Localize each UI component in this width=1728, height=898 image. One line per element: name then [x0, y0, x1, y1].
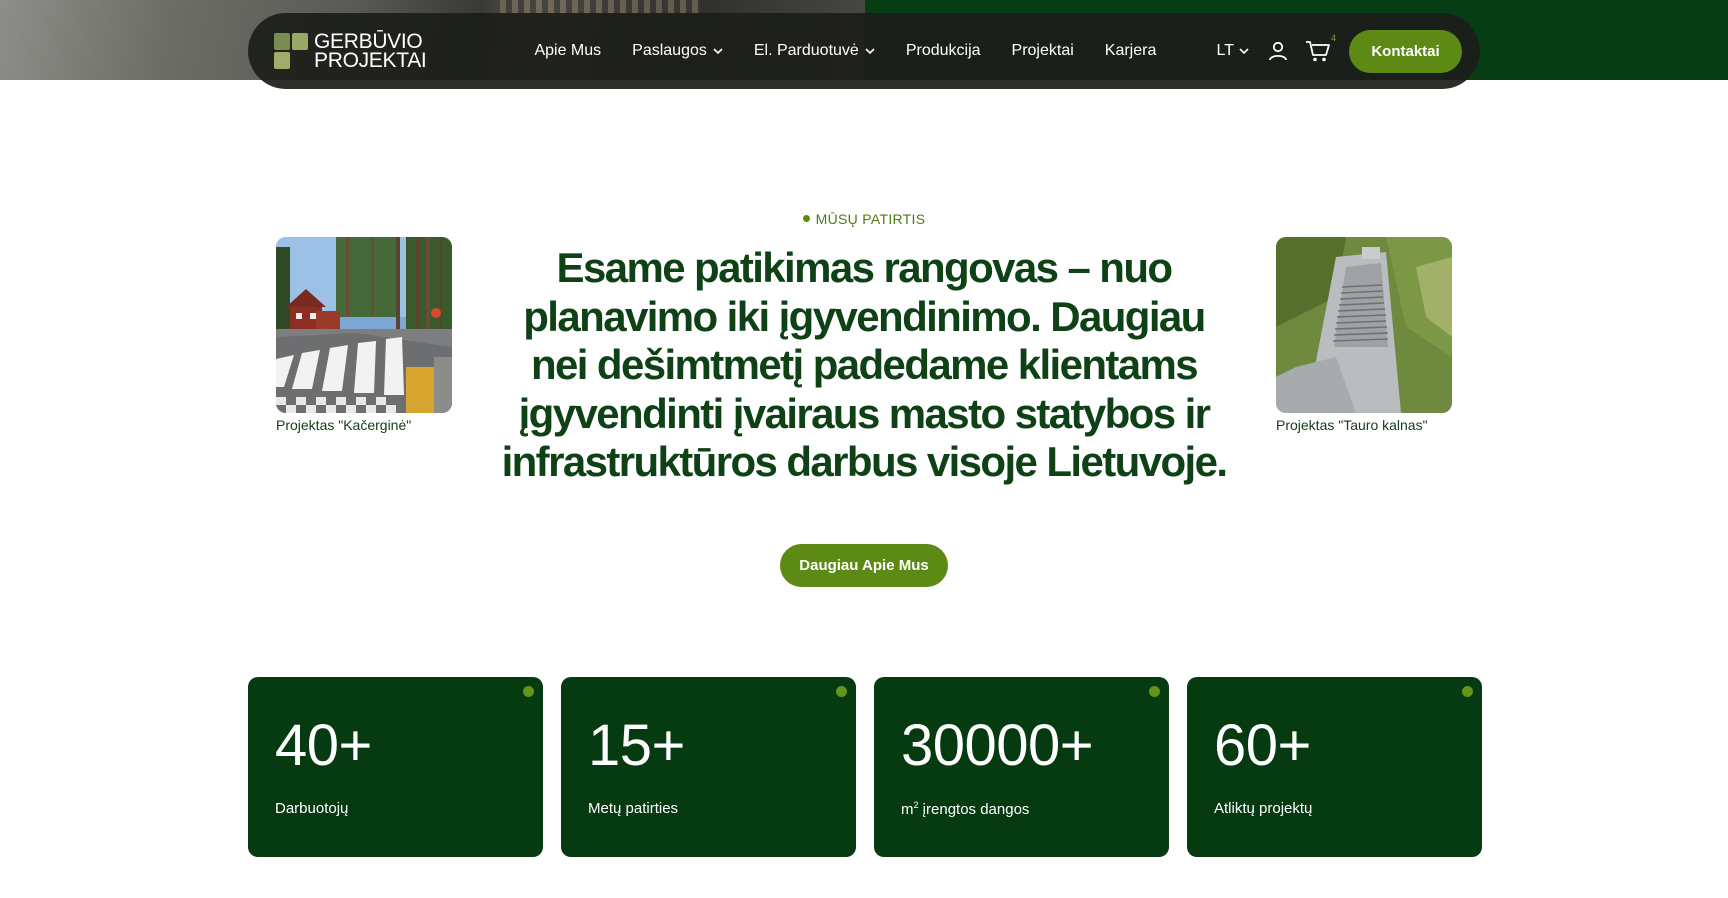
site-logo[interactable]: GERBŪVIO PROJEKTAI [274, 31, 427, 72]
stat-label: Atliktų projektų [1214, 800, 1313, 817]
stat-card-projects: 60+ Atliktų projektų [1187, 677, 1482, 857]
stat-card-employees: 40+ Darbuotojų [248, 677, 543, 857]
cart-count-badge: 4 [1330, 33, 1336, 43]
stat-dot-icon [523, 686, 534, 697]
contact-button[interactable]: Kontaktai [1349, 29, 1462, 73]
language-label: LT [1216, 42, 1234, 59]
cart-icon [1306, 41, 1330, 62]
nav-item-el-parduotuve[interactable]: El. Parduotuvė [754, 42, 875, 60]
nav-item-paslaugos[interactable]: Paslaugos [632, 42, 723, 60]
logo-line-2: PROJEKTAI [314, 49, 427, 72]
nav-item-apie-mus[interactable]: Apie Mus [534, 42, 601, 60]
chevron-down-icon [865, 48, 875, 55]
user-icon [1269, 41, 1287, 61]
stat-card-paving-area: 30000+ m2 įrengtos dangos [874, 677, 1169, 857]
stat-label: Metų patirties [588, 800, 679, 817]
stat-value: 60+ [1214, 713, 1311, 778]
project-card-kacergine[interactable]: Projektas "Kačerginė" [276, 237, 476, 433]
stat-label-text: įrengtos dangos [918, 801, 1030, 818]
stat-label: Darbuotojų [275, 800, 349, 817]
nav-actions: LT 4 Kontaktai [1217, 29, 1462, 73]
stat-value: 40+ [275, 713, 372, 778]
project-card-tauro-kalnas[interactable]: Projektas "Tauro kalnas" [1276, 237, 1476, 433]
section-eyebrow: MŪSŲ PATIRTIS [0, 211, 1728, 227]
stat-card-experience-years: 15+ Metų patirties [561, 677, 856, 857]
stat-dot-icon [1149, 686, 1160, 697]
nav-item-projektai[interactable]: Projektai [1012, 42, 1074, 60]
stat-value: 15+ [588, 713, 685, 778]
project-caption-kacergine: Projektas "Kačerginė" [276, 417, 412, 433]
nav-item-produkcija[interactable]: Produkcija [906, 42, 981, 60]
nav-links: Apie Mus Paslaugos El. Parduotuvė Produk… [534, 42, 1156, 60]
stat-label: m2 įrengtos dangos [901, 800, 1029, 818]
cart-button[interactable]: 4 [1305, 33, 1336, 64]
stat-label-unit: m [901, 801, 914, 818]
nav-item-karjera[interactable]: Karjera [1105, 42, 1157, 60]
account-button[interactable] [1265, 38, 1291, 64]
stat-dot-icon [1462, 686, 1473, 697]
chevron-down-icon [1239, 48, 1249, 55]
stat-dot-icon [836, 686, 847, 697]
main-navbar: GERBŪVIO PROJEKTAI Apie Mus Paslaugos El… [248, 13, 1480, 89]
project-photo-stairs [1276, 237, 1452, 413]
chevron-down-icon [713, 48, 723, 55]
project-caption-tauro-kalnas: Projektas "Tauro kalnas" [1276, 417, 1428, 433]
project-photo-crosswalk [276, 237, 452, 413]
stat-value: 30000+ [901, 713, 1094, 778]
project-image-tauro-kalnas [1276, 237, 1452, 413]
section-headline: Esame patikimas rangovas – nuo planavimo… [501, 244, 1228, 485]
project-image-kacergine [276, 237, 452, 413]
logo-mark-icon [274, 33, 308, 69]
eyebrow-dot-icon [802, 215, 810, 222]
logo-text: GERBŪVIO PROJEKTAI [314, 31, 427, 72]
more-about-us-button[interactable]: Daugiau Apie Mus [780, 544, 948, 587]
language-switcher[interactable]: LT [1217, 42, 1249, 60]
